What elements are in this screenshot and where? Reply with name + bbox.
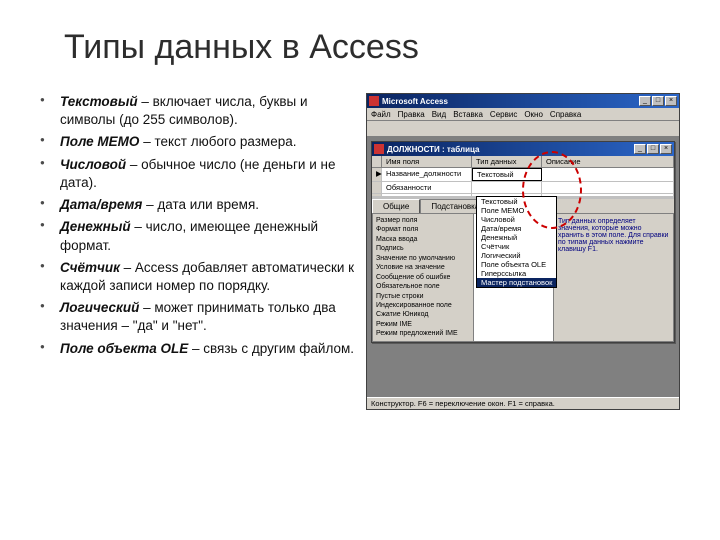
grid-row[interactable]: ▶ Название_должности Текстовый: [372, 168, 674, 182]
property-label: Подпись: [376, 244, 470, 253]
property-label: Формат поля: [376, 225, 470, 234]
bullet-item: Поле МЕМО – текст любого размера.: [40, 133, 358, 151]
property-label: Размер поля: [376, 216, 470, 225]
bullet-item: Логический – может принимать только два …: [40, 299, 358, 335]
menu-item[interactable]: Справка: [550, 110, 581, 119]
app-titlebar: Microsoft Access _ □ ×: [367, 94, 679, 108]
datatype-dropdown[interactable]: ТекстовыйПоле МЕМОЧисловойДата/времяДене…: [476, 196, 557, 288]
dropdown-option[interactable]: Текстовый: [477, 197, 556, 206]
minimize-button[interactable]: _: [639, 96, 651, 106]
property-label: Сообщение об ошибке: [376, 273, 470, 282]
bullet-item: Счётчик – Access добавляет автоматически…: [40, 259, 358, 295]
toolbar-button[interactable]: [444, 122, 458, 136]
datatype-cell[interactable]: Текстовый: [472, 168, 542, 181]
toolbar-button[interactable]: [489, 122, 503, 136]
dropdown-option[interactable]: Мастер подстановок: [477, 278, 556, 287]
bullet-list: Текстовый – включает числа, буквы и симв…: [40, 93, 358, 410]
menu-item[interactable]: Окно: [524, 110, 543, 119]
property-label: Индексированное поле: [376, 301, 470, 310]
grid-header: Имя поля Тип данных Описание: [372, 156, 674, 168]
dropdown-option[interactable]: Поле МЕМО: [477, 206, 556, 215]
menu-item[interactable]: Файл: [371, 110, 391, 119]
bullet-item: Денежный – число, имеющее денежный форма…: [40, 218, 358, 254]
toolbar-button[interactable]: [414, 122, 428, 136]
property-label: Пустые строки: [376, 292, 470, 301]
menu-item[interactable]: Вставка: [453, 110, 483, 119]
property-label: Обязательное поле: [376, 282, 470, 291]
property-label: Режим IME: [376, 320, 470, 329]
toolbar-button[interactable]: [369, 122, 383, 136]
design-grid: Имя поля Тип данных Описание ▶ Название_…: [372, 156, 674, 197]
property-label: Сжатие Юникод: [376, 310, 470, 319]
toolbar-button[interactable]: [579, 122, 593, 136]
help-text: Тип данных определяет значения, которые …: [553, 214, 673, 341]
dropdown-option[interactable]: Счётчик: [477, 242, 556, 251]
child-title: ДОЛЖНОСТИ : таблица: [387, 145, 634, 154]
screenshot-wrapper: Microsoft Access _ □ × Файл Правка Вид Вста…: [366, 93, 680, 410]
app-icon: [369, 96, 379, 106]
dropdown-option[interactable]: Гиперссылка: [477, 269, 556, 278]
slide-title: Типы данных в Access: [64, 28, 680, 67]
child-maximize[interactable]: □: [647, 144, 659, 154]
menubar: Файл Правка Вид Вставка Сервис Окно Справка: [367, 108, 679, 121]
bullet-item: Поле объекта OLE – связь с другим файлом…: [40, 340, 358, 358]
property-label: Условие на значение: [376, 263, 470, 272]
toolbar-button[interactable]: [399, 122, 413, 136]
maximize-button[interactable]: □: [652, 96, 664, 106]
toolbar-button[interactable]: [384, 122, 398, 136]
row-selector[interactable]: ▶: [372, 168, 382, 181]
toolbar-button[interactable]: [429, 122, 443, 136]
dropdown-option[interactable]: Числовой: [477, 215, 556, 224]
property-label: Маска ввода: [376, 235, 470, 244]
bullet-item: Дата/время – дата или время.: [40, 196, 358, 214]
property-label: Режим предложений IME: [376, 329, 470, 338]
app-title: Microsoft Access: [382, 97, 639, 106]
toolbar-button[interactable]: [534, 122, 548, 136]
statusbar: Конструктор. F6 = переключение окон. F1 …: [367, 397, 679, 409]
dropdown-option[interactable]: Денежный: [477, 233, 556, 242]
dropdown-option[interactable]: Поле объекта OLE: [477, 260, 556, 269]
dropdown-option[interactable]: Логический: [477, 251, 556, 260]
bullet-item: Числовой – обычное число (не деньги и не…: [40, 156, 358, 192]
menu-item[interactable]: Вид: [432, 110, 446, 119]
table-icon: [374, 144, 384, 154]
child-close[interactable]: ×: [660, 144, 672, 154]
toolbar: [367, 121, 679, 137]
toolbar-button[interactable]: [459, 122, 473, 136]
menu-item[interactable]: Сервис: [490, 110, 517, 119]
mdi-area: ДОЛЖНОСТИ : таблица _ □ × Имя поля: [367, 137, 679, 397]
dropdown-option[interactable]: Дата/время: [477, 224, 556, 233]
property-label: Значение по умолчанию: [376, 254, 470, 263]
bullet-item: Текстовый – включает числа, буквы и симв…: [40, 93, 358, 129]
toolbar-button[interactable]: [504, 122, 518, 136]
menu-item[interactable]: Правка: [398, 110, 425, 119]
table-design-window: ДОЛЖНОСТИ : таблица _ □ × Имя поля: [371, 141, 675, 343]
toolbar-button[interactable]: [549, 122, 563, 136]
tab-general[interactable]: Общие: [372, 199, 420, 213]
access-window: Microsoft Access _ □ × Файл Правка Вид Вста…: [366, 93, 680, 410]
toolbar-button[interactable]: [519, 122, 533, 136]
toolbar-button[interactable]: [474, 122, 488, 136]
close-button[interactable]: ×: [665, 96, 677, 106]
child-minimize[interactable]: _: [634, 144, 646, 154]
grid-row[interactable]: Обязанности: [372, 182, 674, 194]
toolbar-button[interactable]: [564, 122, 578, 136]
